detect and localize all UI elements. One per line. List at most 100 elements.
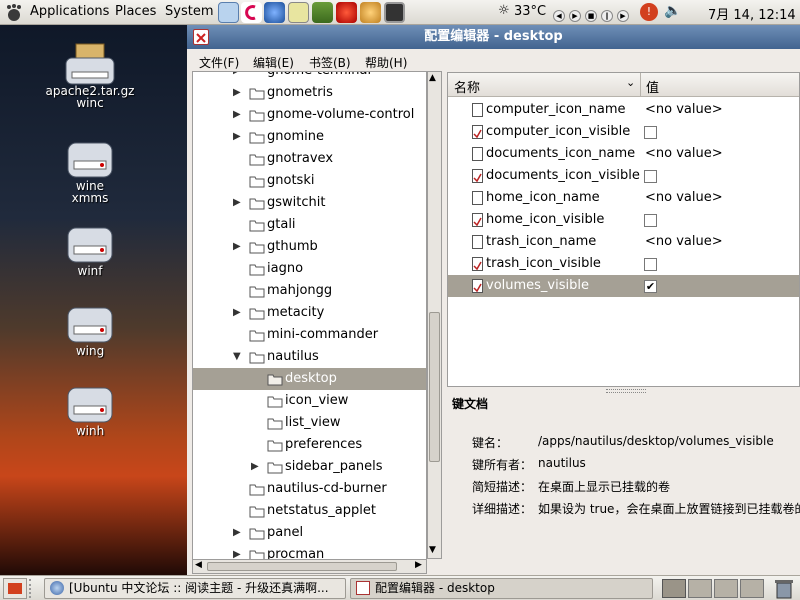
tree-item[interactable]: ▼ nautilus: [193, 346, 426, 368]
desktop-icon-apache[interactable]: apache2.tar.gz winc: [40, 40, 140, 110]
tree-item[interactable]: netstatus_applet: [193, 500, 426, 522]
tree-item-partial[interactable]: ▶ gnome-terminal: [193, 72, 426, 82]
qq-launcher-icon[interactable]: [336, 2, 357, 23]
desktop-icon-winf[interactable]: winf: [40, 220, 140, 278]
tree-hscroll-thumb[interactable]: [207, 562, 397, 571]
value-checkbox[interactable]: ✔: [644, 280, 657, 293]
list-row[interactable]: trash_icon_visible: [448, 253, 799, 275]
image-viewer-launcher-icon[interactable]: [218, 2, 239, 23]
key-tree[interactable]: ▶ gnome-terminal ▶ gnometris ▶ gnome-volume…: [192, 71, 427, 571]
list-row[interactable]: computer_icon_visible: [448, 121, 799, 143]
list-row[interactable]: volumes_visible ✔: [448, 275, 799, 297]
list-row[interactable]: home_icon_visible: [448, 209, 799, 231]
workspace-2[interactable]: [688, 579, 712, 598]
tree-item[interactable]: ▶ gnometris: [193, 82, 426, 104]
value-checkbox[interactable]: [644, 126, 657, 139]
volume-icon[interactable]: 🔈: [664, 3, 681, 19]
applications-menu[interactable]: Applications: [30, 4, 109, 19]
tree-vertical-scrollbar[interactable]: ▲ ▼: [427, 71, 442, 559]
tree-item[interactable]: mahjongg: [193, 280, 426, 302]
system-menu[interactable]: System: [165, 4, 213, 19]
gnome-foot-icon[interactable]: [4, 3, 24, 23]
list-row[interactable]: documents_icon_name <no value>: [448, 143, 799, 165]
tree-item[interactable]: gnotski: [193, 170, 426, 192]
pane-resize-grip[interactable]: [606, 389, 646, 393]
expander-open-icon[interactable]: ▼: [233, 346, 241, 368]
column-header-value[interactable]: 值: [646, 77, 659, 96]
media-play-icon[interactable]: ▶: [569, 10, 581, 22]
tree-item[interactable]: preferences: [193, 434, 426, 456]
gconf-app-icon[interactable]: [193, 29, 209, 45]
menu-bookmarks[interactable]: 书签(B): [309, 54, 351, 71]
tree-item[interactable]: ▶ metacity: [193, 302, 426, 324]
tree-item[interactable]: ▶ gswitchit: [193, 192, 426, 214]
task-button-browser[interactable]: [Ubuntu 中文论坛 :: 阅读主题 - 升级还真满啊...: [44, 578, 346, 599]
tree-scroll-thumb[interactable]: [429, 312, 440, 462]
workspace-3[interactable]: [714, 579, 738, 598]
key-value[interactable]: <no value>: [645, 231, 723, 253]
sort-chevron-icon[interactable]: ⌄: [626, 76, 635, 89]
tree-item[interactable]: ▶ gnome-volume-control: [193, 104, 426, 126]
gimp-launcher-icon[interactable]: [360, 2, 381, 23]
notes-launcher-icon[interactable]: [288, 2, 309, 23]
media-stop-icon[interactable]: ■: [585, 10, 597, 22]
menu-file[interactable]: 文件(F): [199, 54, 239, 71]
list-row[interactable]: trash_icon_name <no value>: [448, 231, 799, 253]
media-prev-icon[interactable]: ◀: [553, 10, 565, 22]
tree-item[interactable]: mini-commander: [193, 324, 426, 346]
value-checkbox[interactable]: [644, 258, 657, 271]
weather-temperature[interactable]: 33°C: [514, 4, 546, 19]
scroll-left-icon[interactable]: ◀: [195, 560, 202, 570]
debian-launcher-icon[interactable]: [241, 2, 262, 23]
desktop-icon-wine[interactable]: wine xmms: [40, 135, 140, 205]
expander-closed-icon[interactable]: ▶: [233, 192, 241, 214]
tree-item[interactable]: ▶ gthumb: [193, 236, 426, 258]
tree-item[interactable]: icon_view: [193, 390, 426, 412]
tree-item[interactable]: ▶ sidebar_panels: [193, 456, 426, 478]
list-row[interactable]: documents_icon_visible: [448, 165, 799, 187]
workspace-4[interactable]: [740, 579, 764, 598]
key-value[interactable]: <no value>: [645, 99, 723, 121]
value-checkbox[interactable]: [644, 214, 657, 227]
tree-horizontal-scrollbar[interactable]: ◀ ▶: [192, 559, 427, 574]
expander-closed-icon[interactable]: ▶: [233, 82, 241, 104]
tree-item[interactable]: desktop: [193, 368, 426, 390]
media-next-icon[interactable]: ▶: [617, 10, 629, 22]
scroll-right-icon[interactable]: ▶: [415, 560, 422, 570]
tree-item[interactable]: list_view: [193, 412, 426, 434]
tree-item[interactable]: nautilus-cd-burner: [193, 478, 426, 500]
value-checkbox[interactable]: [644, 170, 657, 183]
browser-launcher-icon[interactable]: [264, 2, 285, 23]
tree-item[interactable]: ▶ gnomine: [193, 126, 426, 148]
desktop-icon-winh[interactable]: winh: [40, 380, 140, 438]
terminal-launcher-icon[interactable]: [384, 2, 405, 23]
tree-item[interactable]: iagno: [193, 258, 426, 280]
expander-closed-icon[interactable]: ▶: [233, 104, 241, 126]
expander-closed-icon[interactable]: ▶: [251, 456, 259, 478]
expander-closed-icon[interactable]: ▶: [233, 522, 241, 544]
trash-icon[interactable]: [772, 578, 796, 599]
expander-closed-icon[interactable]: ▶: [233, 126, 241, 148]
list-row[interactable]: home_icon_name <no value>: [448, 187, 799, 209]
task-button-config-editor[interactable]: 配置编辑器 - desktop: [350, 578, 653, 599]
media-pause-icon[interactable]: ‖: [601, 10, 613, 22]
key-value[interactable]: <no value>: [645, 143, 723, 165]
clock[interactable]: 7月 14, 12:14: [708, 4, 796, 23]
show-desktop-icon[interactable]: [3, 578, 27, 599]
list-row[interactable]: computer_icon_name <no value>: [448, 99, 799, 121]
column-header-name[interactable]: 名称: [454, 77, 480, 96]
workspace-1[interactable]: [662, 579, 686, 598]
menu-help[interactable]: 帮助(H): [365, 54, 407, 71]
key-list[interactable]: 名称 ⌄ 值 computer_icon_name <no value> compu…: [447, 72, 800, 387]
scroll-down-icon[interactable]: ▼: [429, 545, 436, 555]
places-menu[interactable]: Places: [115, 4, 156, 19]
books-launcher-icon[interactable]: [312, 2, 333, 23]
expander-closed-icon[interactable]: ▶: [233, 236, 241, 258]
key-value[interactable]: <no value>: [645, 187, 723, 209]
tree-item[interactable]: gtali: [193, 214, 426, 236]
expander-closed-icon[interactable]: ▶: [233, 302, 241, 324]
tree-item[interactable]: gnotravex: [193, 148, 426, 170]
scroll-up-icon[interactable]: ▲: [429, 73, 436, 83]
update-notifier-icon[interactable]: !: [640, 3, 658, 21]
tree-item[interactable]: ▶ panel: [193, 522, 426, 544]
